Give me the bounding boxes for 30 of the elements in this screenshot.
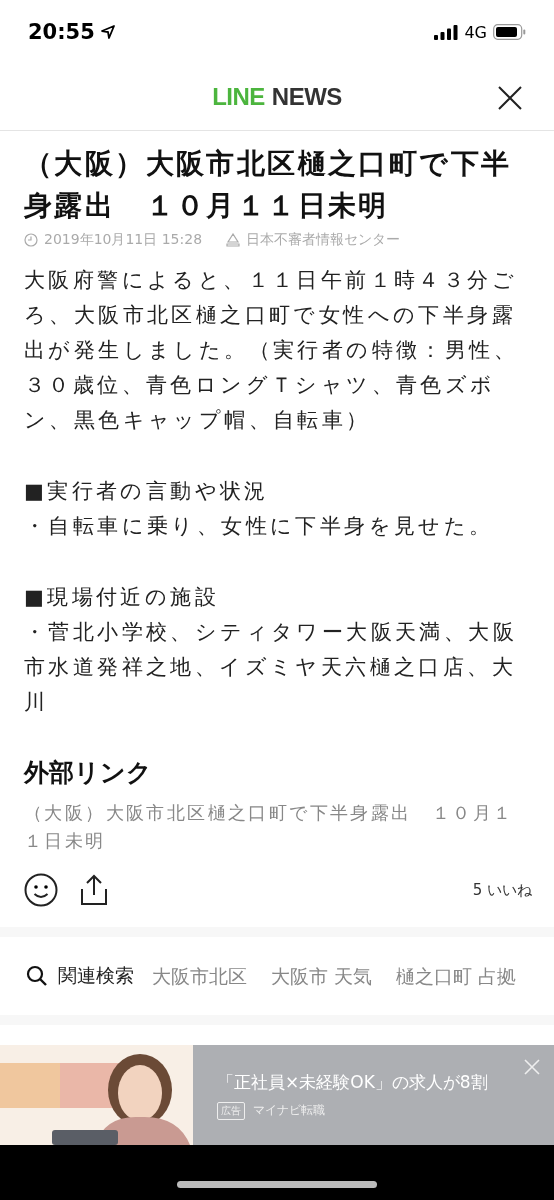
section-title: 外部リンク	[24, 757, 153, 789]
signal-icon	[434, 24, 459, 40]
advertiser-name: マイナビ転職	[253, 1102, 325, 1119]
clock-time: 20:55	[28, 20, 95, 44]
battery-icon	[493, 24, 526, 40]
clock-icon	[24, 233, 38, 247]
keyword-link[interactable]: 大阪市 天気	[271, 961, 373, 991]
close-button[interactable]	[496, 84, 524, 112]
search-icon	[26, 965, 48, 987]
publish-date: 2019年10月11日 15:28	[44, 231, 203, 249]
keyword-link[interactable]: 大阪市北区	[152, 961, 247, 991]
location-arrow-icon	[100, 25, 115, 39]
smiley-icon[interactable]	[24, 873, 58, 907]
keyword-link[interactable]: 樋之口町 占拠	[396, 961, 517, 991]
logo-text: LINE	[212, 83, 265, 111]
logo-text: NEWS	[271, 83, 342, 111]
like-count: 5 いいね	[472, 880, 532, 900]
share-icon[interactable]	[80, 874, 108, 906]
building-icon	[226, 233, 241, 247]
body-paragraph: ・自転車に乗り、女性に下半身を見せた。	[24, 513, 495, 540]
source-name: 日本不審者情報センター	[246, 231, 401, 249]
external-link[interactable]: （大阪）大阪市北区樋之口町で下半身露出 １０月１１日未明	[24, 799, 530, 855]
body-paragraph: 大阪府警によると、１１日午前１時４３分ごろ、大阪市北区樋之口町で女性への下半身露出が発生しました。（実行者の特徴：男性、３０歳位、青色ロングＴシャツ、青色ズボン、黒色キャップ帽、自転車）	[24, 267, 519, 434]
section-heading: ■実行者の言動や状況	[24, 478, 270, 505]
article-title: （大阪）大阪市北区樋之口町で下半身露出 １０月１１日未明	[24, 146, 513, 224]
ad-headline[interactable]: 「正社員×未経験OK」の求人が8割	[217, 1070, 488, 1094]
section-heading: ■現場付近の施設	[24, 584, 221, 611]
related-search-label: 関連検索	[58, 963, 134, 988]
body-paragraph: ・菅北小学校、シティタワー大阪天満、大阪市水道発祥之地、イズミヤ天六樋之口店、大川	[24, 619, 518, 716]
network-label: 4G	[464, 22, 487, 42]
